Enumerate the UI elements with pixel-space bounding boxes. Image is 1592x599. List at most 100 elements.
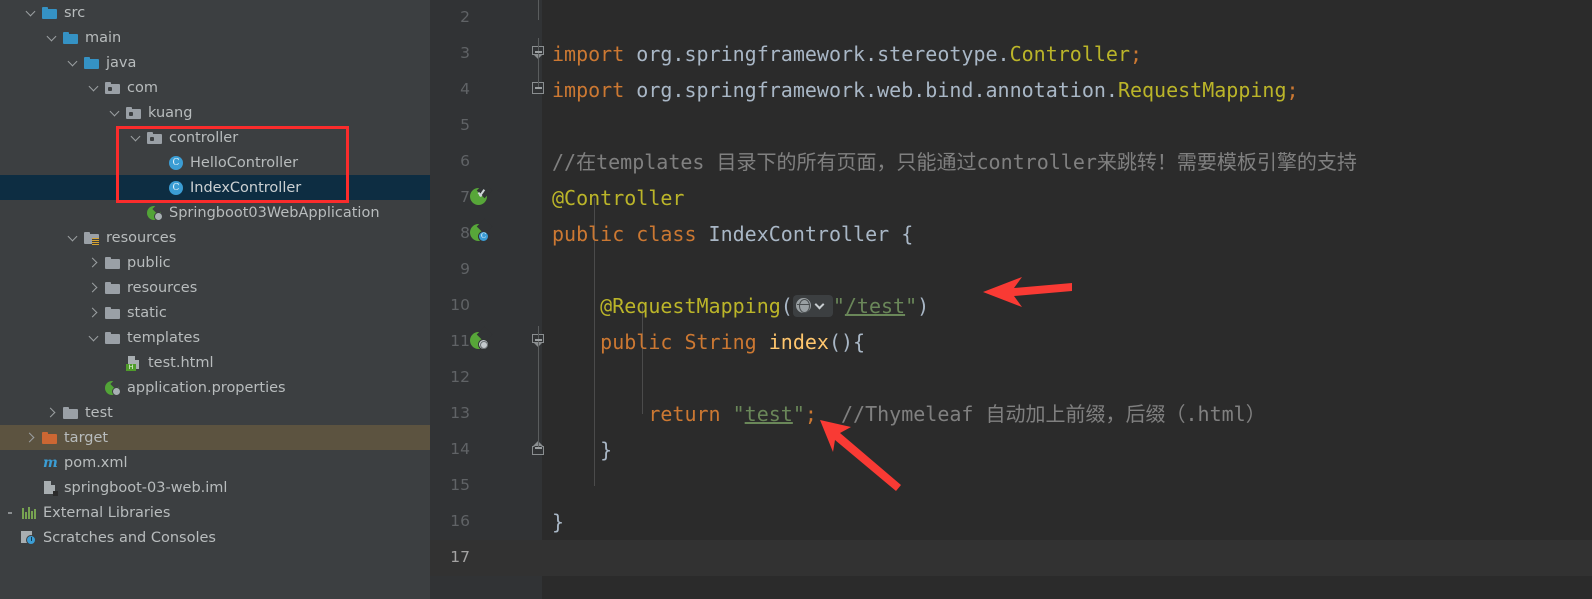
code-line[interactable] (542, 108, 1592, 144)
maven-file-icon: m (43, 454, 58, 471)
ide-window: src main java com kuang controller C HelloContr… (0, 0, 1592, 599)
code-line[interactable]: import org.springframework.web.bind.anno… (542, 72, 1592, 108)
spring-bean-checkmark-icon[interactable] (470, 182, 493, 207)
tree-item-springboot03webapplication[interactable]: Springboot03WebApplication (0, 200, 430, 225)
tree-item-test[interactable]: test (0, 400, 430, 425)
code-area[interactable]: import org.springframework.stereotype.Co… (542, 0, 1592, 599)
spring-request-mapping-icon[interactable] (470, 326, 493, 351)
tree-item-static[interactable]: static (0, 300, 430, 325)
folder-grey-icon (62, 405, 80, 421)
tree-item-templates[interactable]: templates (0, 325, 430, 350)
tree-item-label: public (127, 254, 171, 271)
chevron-right-icon[interactable] (88, 281, 101, 294)
tree-item-com[interactable]: com (0, 75, 430, 100)
code-line[interactable]: } (542, 504, 1592, 540)
line-number: 17 (450, 548, 470, 566)
chevron-right-icon[interactable] (88, 306, 101, 319)
spring-bean-class-icon[interactable]: C (470, 218, 493, 243)
line-number: 14 (450, 440, 470, 458)
tree-item-label: java (106, 54, 137, 71)
code-line[interactable] (542, 360, 1592, 396)
line-number: 16 (450, 512, 470, 530)
line-number: 15 (450, 476, 470, 494)
line-number: 6 (460, 152, 470, 170)
chevron-down-icon[interactable] (25, 6, 38, 19)
tree-item-application-properties[interactable]: application.properties (0, 375, 430, 400)
line-number: 4 (460, 80, 470, 98)
code-line[interactable]: //在templates 目录下的所有页面，只能通过controller来跳转！… (542, 144, 1592, 180)
chevron-down-icon[interactable] (109, 106, 122, 119)
line-number: 13 (450, 404, 470, 422)
tree-item-java[interactable]: java (0, 50, 430, 75)
code-line[interactable]: @Controller (542, 180, 1592, 216)
chevron-down-icon[interactable] (130, 131, 143, 144)
tree-item-scratches-and-consoles[interactable]: Scratches and Consoles (0, 525, 430, 550)
chevron-down-icon[interactable] (67, 231, 80, 244)
tree-item-label: com (127, 79, 158, 96)
tree-item-springboot-03-web-iml[interactable]: springboot-03-web.iml (0, 475, 430, 500)
gutter-markers[interactable]: 2 3 4 5 6 7 8 9 10 11 12 13 14 15 16 17 C (430, 0, 544, 599)
editor-pane[interactable]: 2 3 4 5 6 7 8 9 10 11 12 13 14 15 16 17 C import org.spr… (430, 0, 1592, 599)
code-line[interactable]: return "test"; //Thymeleaf 自动加上前缀，后缀（.ht… (542, 396, 1592, 432)
tree-item-target[interactable]: target (0, 425, 430, 450)
tree-item-controller[interactable]: controller (0, 125, 430, 150)
java-class-icon: C (167, 155, 185, 171)
tree-item-resources[interactable]: resources (0, 275, 430, 300)
folder-grey-icon (104, 330, 122, 346)
chevron-down-icon[interactable] (88, 81, 101, 94)
tree-item-hellocontroller[interactable]: C HelloController (0, 150, 430, 175)
tree-item-src[interactable]: src (0, 0, 430, 25)
chevron-down-icon[interactable] (67, 56, 80, 69)
tree-item-label: src (64, 4, 86, 21)
tree-item-label: main (85, 29, 122, 46)
chevron-down-icon[interactable] (814, 299, 825, 309)
code-line[interactable] (542, 252, 1592, 288)
code-line[interactable]: @RequestMapping("/test") (542, 288, 1592, 324)
chevron-down-icon[interactable] (88, 331, 101, 344)
line-number: 2 (460, 8, 470, 26)
folder-grey-icon (104, 280, 122, 296)
tree-item-public[interactable]: public (0, 250, 430, 275)
folder-package-icon (125, 105, 143, 121)
tree-item-external-libraries[interactable]: External Libraries (0, 500, 430, 525)
chevron-right-icon[interactable] (88, 256, 101, 269)
folder-blue-icon (62, 30, 80, 46)
folder-grey-icon (104, 305, 122, 321)
code-line[interactable]: public class IndexController { (542, 216, 1592, 252)
line-number: 12 (450, 368, 470, 386)
tree-item-indexcontroller[interactable]: C IndexController (0, 175, 430, 200)
java-class-icon: C (167, 180, 185, 196)
request-mapping-web-chip[interactable] (792, 294, 833, 317)
tree-item-kuang[interactable]: kuang (0, 100, 430, 125)
tree-spacer (4, 506, 17, 519)
code-line[interactable] (542, 468, 1592, 504)
folder-orange-icon (41, 430, 59, 446)
chevron-right-icon[interactable] (25, 431, 38, 444)
fold-region-line (538, 326, 539, 448)
line-number: 3 (460, 44, 470, 62)
tree-item-test-html[interactable]: Htest.html (0, 350, 430, 375)
tree-item-label: Springboot03WebApplication (169, 204, 380, 221)
tree-item-main[interactable]: main (0, 25, 430, 50)
chevron-right-icon[interactable] (46, 406, 59, 419)
spring-properties-icon (104, 377, 122, 396)
tree-item-resources[interactable]: resources (0, 225, 430, 250)
code-line[interactable]: public String index(){ (542, 324, 1592, 360)
code-line[interactable]: import org.springframework.stereotype.Co… (542, 36, 1592, 72)
code-line[interactable] (542, 0, 1592, 36)
code-line[interactable]: } (542, 432, 1592, 468)
chevron-down-icon[interactable] (46, 31, 59, 44)
tree-item-label: templates (127, 329, 201, 346)
tree-item-pom-xml[interactable]: m pom.xml (0, 450, 430, 475)
tree-item-label: static (127, 304, 167, 321)
tree-item-label: kuang (148, 104, 193, 121)
project-tree[interactable]: src main java com kuang controller C HelloContr… (0, 0, 430, 550)
code-line[interactable] (542, 540, 1592, 576)
project-tool-window[interactable]: src main java com kuang controller C HelloContr… (0, 0, 430, 599)
folder-package-icon (146, 130, 164, 146)
tree-item-label: springboot-03-web.iml (64, 479, 228, 496)
